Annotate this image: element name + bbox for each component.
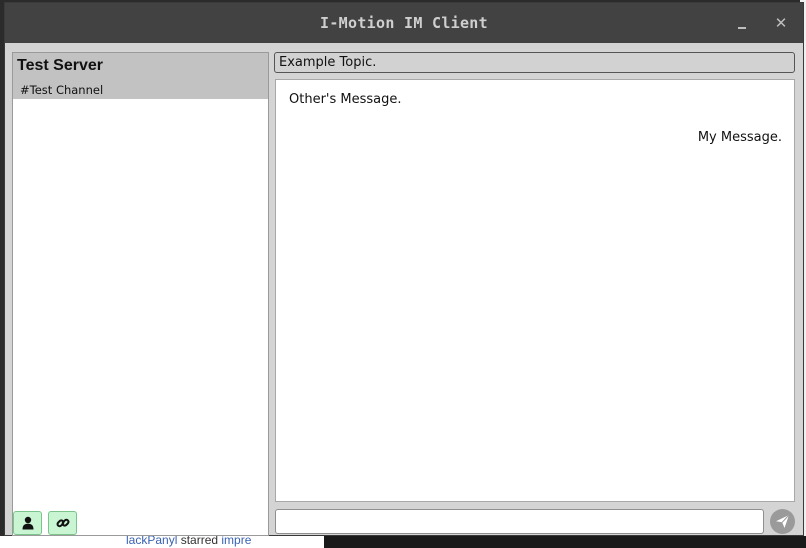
minimize-button[interactable]	[732, 13, 752, 33]
server-name: Test Server	[17, 57, 103, 74]
server-channel-list: Test Server #Test Channel	[12, 52, 269, 536]
title-bar[interactable]: I-Motion IM Client ✕	[5, 3, 803, 43]
background-action-text: starred	[177, 536, 222, 547]
im-client-window: I-Motion IM Client ✕ Test Server #Test C…	[4, 2, 804, 536]
close-icon: ✕	[774, 14, 788, 32]
send-button[interactable]	[770, 509, 795, 534]
background-user-link: lackPanyl	[126, 536, 178, 547]
close-button[interactable]: ✕	[771, 13, 791, 33]
message-area[interactable]: Other's Message. My Message.	[275, 79, 795, 502]
user-icon	[22, 516, 34, 530]
desktop-background-strip: lackPanyl starred impre	[0, 536, 806, 548]
message-input[interactable]	[275, 509, 764, 534]
window-title: I-Motion IM Client	[320, 14, 488, 32]
background-repo-link: impre	[221, 536, 252, 547]
channel-topic: Example Topic.	[279, 55, 377, 70]
link-icon	[56, 518, 70, 528]
connect-button[interactable]	[48, 511, 77, 535]
background-activity-text: lackPanyl starred impre	[126, 536, 251, 547]
channel-item-test-channel[interactable]: #Test Channel	[20, 83, 103, 97]
background-dark-region	[324, 536, 806, 548]
message-incoming: Other's Message.	[289, 92, 402, 107]
user-button[interactable]	[13, 511, 42, 535]
channel-topic-bar: Example Topic.	[274, 52, 795, 73]
server-item[interactable]: Test Server #Test Channel	[13, 53, 268, 99]
message-outgoing: My Message.	[697, 130, 782, 145]
send-icon	[776, 514, 790, 528]
